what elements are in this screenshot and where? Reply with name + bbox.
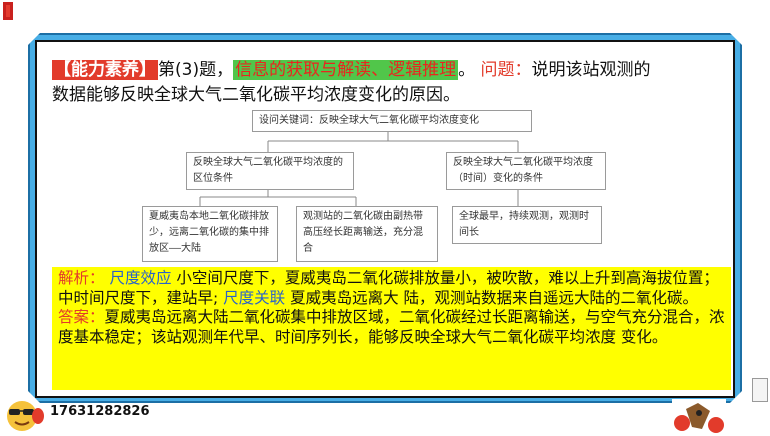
scroll-indicator[interactable] bbox=[752, 378, 768, 402]
diagram-root-box: 设问关键词：反映全球大气二氧化碳平均浓度变化 bbox=[252, 110, 532, 132]
contact-phone: 17631282826 bbox=[50, 404, 150, 419]
answer-colon: ： bbox=[89, 308, 105, 326]
analysis-colon: ： bbox=[89, 269, 105, 287]
diagram-left-mid-text: 反映全球大气二氧化碳平均浓度的区位条件 bbox=[193, 157, 343, 184]
decorative-illustration bbox=[672, 399, 726, 435]
analysis-text-2: 夏威夷岛远离大 陆，观测站数据来自遥远大陆的二氧化碳。 bbox=[290, 288, 699, 307]
diagram-leaf-1-text: 夏威夷岛本地二氧化碳排放少，远离二氧化碳的集中排放区——大陆 bbox=[149, 211, 269, 254]
analysis-answer-panel: 解析： 尺度效应 小空间尺度下，夏威夷岛二氧化碳排放量小，被吹散，难以上升到高海… bbox=[52, 267, 731, 390]
diagram-right-mid-box: 反映全球大气二氧化碳平均浓度（时间）变化的条件 bbox=[446, 152, 606, 190]
scale-link-tag: 尺度关联 bbox=[223, 288, 286, 307]
analysis-label: 解析 bbox=[58, 269, 90, 287]
diagram-leaf-2-box: 观测站的二氧化碳由副热带高压经长距离输送，充分混合 bbox=[296, 206, 438, 262]
avatar bbox=[7, 401, 44, 431]
scale-effect-tag: 尺度效应 bbox=[109, 269, 172, 287]
diagram-leaf-3-text: 全球最早，持续观测，观测时间长 bbox=[459, 211, 589, 238]
answer-text: 夏威夷岛远离大陆二氧化碳集中排放区域，二氧化碳经过长距离输送，与空气充分混合，浓… bbox=[58, 308, 725, 346]
answer-label: 答案 bbox=[58, 308, 90, 326]
diagram-root-text: 设问关键词：反映全球大气二氧化碳平均浓度变化 bbox=[259, 115, 479, 126]
diagram-leaf-1-box: 夏威夷岛本地二氧化碳排放少，远离二氧化碳的集中排放区——大陆 bbox=[142, 206, 278, 262]
diagram-leaf-3-box: 全球最早，持续观测，观测时间长 bbox=[452, 206, 602, 244]
diagram-left-mid-box: 反映全球大气二氧化碳平均浓度的区位条件 bbox=[186, 152, 354, 190]
diagram-leaf-2-text: 观测站的二氧化碳由副热带高压经长距离输送，充分混合 bbox=[303, 211, 423, 254]
diagram-right-mid-text: 反映全球大气二氧化碳平均浓度（时间）变化的条件 bbox=[453, 157, 593, 184]
